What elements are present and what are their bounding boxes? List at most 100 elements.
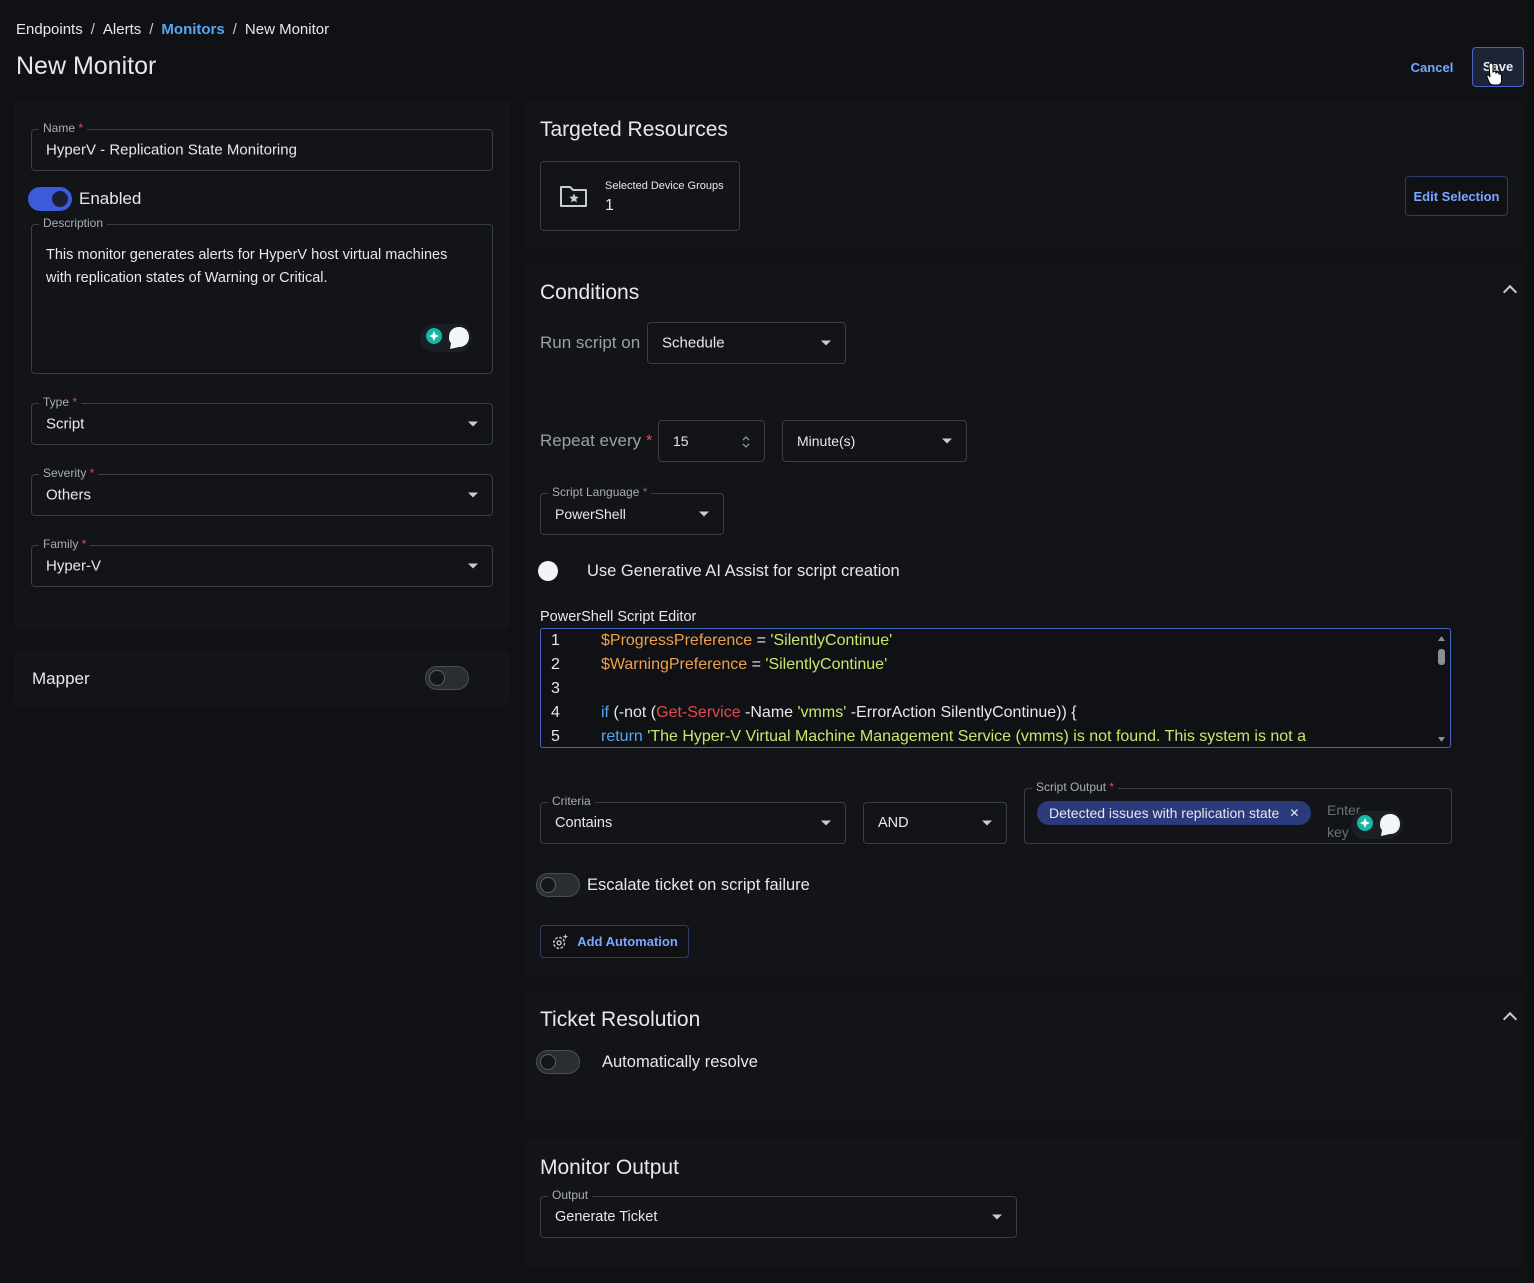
severity-label: Severity * [39, 466, 99, 480]
name-label-text: Name [43, 121, 76, 135]
chevron-down-icon [982, 820, 992, 826]
code-token: return [601, 728, 643, 745]
cancel-button[interactable]: Cancel [1398, 56, 1466, 80]
add-automation-label: Add Automation [577, 934, 678, 949]
ai-assist-icon[interactable] [1351, 811, 1403, 839]
hand-cursor-icon [1486, 62, 1502, 86]
script-output-chip: Detected issues with replication state ✕ [1037, 801, 1312, 825]
logic-select[interactable]: AND [863, 802, 1007, 844]
escalate-label: Escalate ticket on script failure [587, 876, 810, 894]
targeted-resources-title: Targeted Resources [540, 118, 728, 141]
criteria-value: Contains [555, 815, 613, 831]
severity-label-text: Severity [43, 466, 87, 480]
repeat-every-value[interactable]: 15 [673, 433, 689, 449]
code-token: -Name [740, 704, 798, 721]
toggle-knob [540, 877, 556, 893]
type-label: Type * [39, 395, 82, 409]
output-select[interactable]: Output Generate Ticket [540, 1188, 1017, 1238]
gear-sparkle-icon [553, 933, 569, 949]
toggle-knob [52, 191, 68, 207]
chevron-down-icon [468, 421, 478, 427]
breadcrumb-current: New Monitor [244, 21, 330, 38]
edit-selection-label: Edit Selection [1413, 188, 1500, 204]
ai-assist-icon[interactable] [420, 324, 472, 352]
required-mark: * [1109, 780, 1115, 794]
repeat-every-label: Repeat every * [540, 431, 652, 451]
script-language-label: Script Language * [548, 485, 652, 499]
escalate-toggle[interactable] [536, 873, 580, 897]
chevron-down-icon [992, 1214, 1002, 1220]
chip-label: Detected issues with replication state [1049, 805, 1280, 821]
edit-selection-button[interactable]: Edit Selection [1405, 176, 1508, 216]
breadcrumb-monitors[interactable]: Monitors [161, 21, 224, 38]
severity-value: Others [46, 486, 92, 504]
repeat-unit-select[interactable]: Minute(s) [782, 420, 967, 462]
selected-device-groups-card[interactable]: Selected Device Groups 1 [540, 161, 740, 231]
toggle-knob [540, 1054, 556, 1070]
code-token: Get-Service [656, 704, 741, 721]
auto-resolve-label: Automatically resolve [602, 1053, 758, 1071]
breadcrumb-endpoints[interactable]: Endpoints [16, 21, 83, 38]
run-script-label: Run script on [540, 333, 641, 352]
repeat-unit-value: Minute(s) [797, 433, 856, 449]
breadcrumb: Endpoints / Alerts / Monitors / New Moni… [16, 21, 329, 38]
family-select[interactable]: Family * Hyper-V [31, 537, 493, 587]
chevron-down-icon [821, 340, 831, 346]
output-value: Generate Ticket [555, 1209, 658, 1225]
selected-device-groups-count: 1 [605, 197, 614, 214]
mapper-toggle[interactable] [425, 666, 469, 690]
chevron-down-icon [468, 492, 478, 498]
monitor-output-title: Monitor Output [540, 1156, 679, 1179]
breadcrumb-separator: / [149, 21, 154, 38]
conditions-title: Conditions [540, 281, 640, 304]
code-token: = [752, 632, 771, 649]
description-textarea[interactable]: This monitor generates alerts for HyperV… [46, 244, 476, 290]
script-editor-label: PowerShell Script Editor [540, 609, 697, 625]
code-token: -ErrorAction SilentlyContinue)) { [846, 704, 1077, 721]
family-label: Family * [39, 537, 91, 551]
type-value: Script [46, 415, 85, 433]
code-text: return 'The Hyper-V Virtual Machine Mana… [601, 725, 1306, 747]
name-input[interactable]: HyperV - Replication State Monitoring [46, 142, 297, 159]
folder-star-icon [560, 186, 587, 207]
code-text: $WarningPreference = 'SilentlyContinue' [601, 653, 887, 677]
script-language-select[interactable]: Script Language * PowerShell [540, 485, 724, 535]
code-token: 'vmms' [797, 704, 847, 721]
ai-assist-radio[interactable] [538, 561, 558, 581]
auto-resolve-toggle[interactable] [536, 1050, 580, 1074]
script-output-label-text: Script Output [1036, 780, 1107, 794]
name-label: Name * [39, 121, 88, 135]
criteria-select[interactable]: Criteria Contains [540, 794, 846, 844]
chevron-down-icon [468, 563, 478, 569]
line-number: 3 [551, 680, 560, 697]
powershell-script-editor[interactable]: 1 $ProgressPreference = 'SilentlyContinue… [540, 628, 1451, 748]
description-field[interactable]: Description This monitor generates alert… [31, 216, 493, 374]
enabled-toggle[interactable] [28, 187, 72, 211]
mapper-label: Mapper [32, 669, 90, 688]
line-number: 5 [551, 728, 560, 745]
add-automation-button[interactable]: Add Automation [540, 925, 689, 958]
name-field[interactable]: Name * HyperV - Replication State Monito… [31, 121, 493, 171]
chevron-down-icon [821, 820, 831, 826]
ticket-resolution-title: Ticket Resolution [540, 1008, 701, 1031]
required-mark: * [78, 121, 84, 135]
severity-select[interactable]: Severity * Others [31, 466, 493, 516]
chip-remove-icon[interactable]: ✕ [1289, 801, 1299, 825]
line-number: 4 [551, 704, 560, 721]
chevron-down-icon [699, 511, 709, 517]
family-value: Hyper-V [46, 557, 102, 575]
editor-scrollbar[interactable] [1437, 633, 1446, 745]
run-script-select[interactable]: Schedule [647, 322, 846, 364]
required-mark: * [642, 485, 648, 499]
required-mark: * [645, 431, 653, 450]
required-mark: * [81, 537, 87, 551]
code-token: if [601, 704, 609, 721]
selected-device-groups-label: Selected Device Groups [605, 180, 724, 192]
code-text: $ProgressPreference = 'SilentlyContinue' [601, 629, 892, 653]
breadcrumb-alerts[interactable]: Alerts [103, 21, 141, 38]
code-text: if (-not (Get-Service -Name 'vmms' -Erro… [601, 701, 1077, 725]
stepper-icon[interactable] [742, 435, 750, 449]
type-select[interactable]: Type * Script [31, 395, 493, 445]
repeat-every-input[interactable]: 15 [658, 420, 765, 462]
toggle-knob [429, 670, 445, 686]
